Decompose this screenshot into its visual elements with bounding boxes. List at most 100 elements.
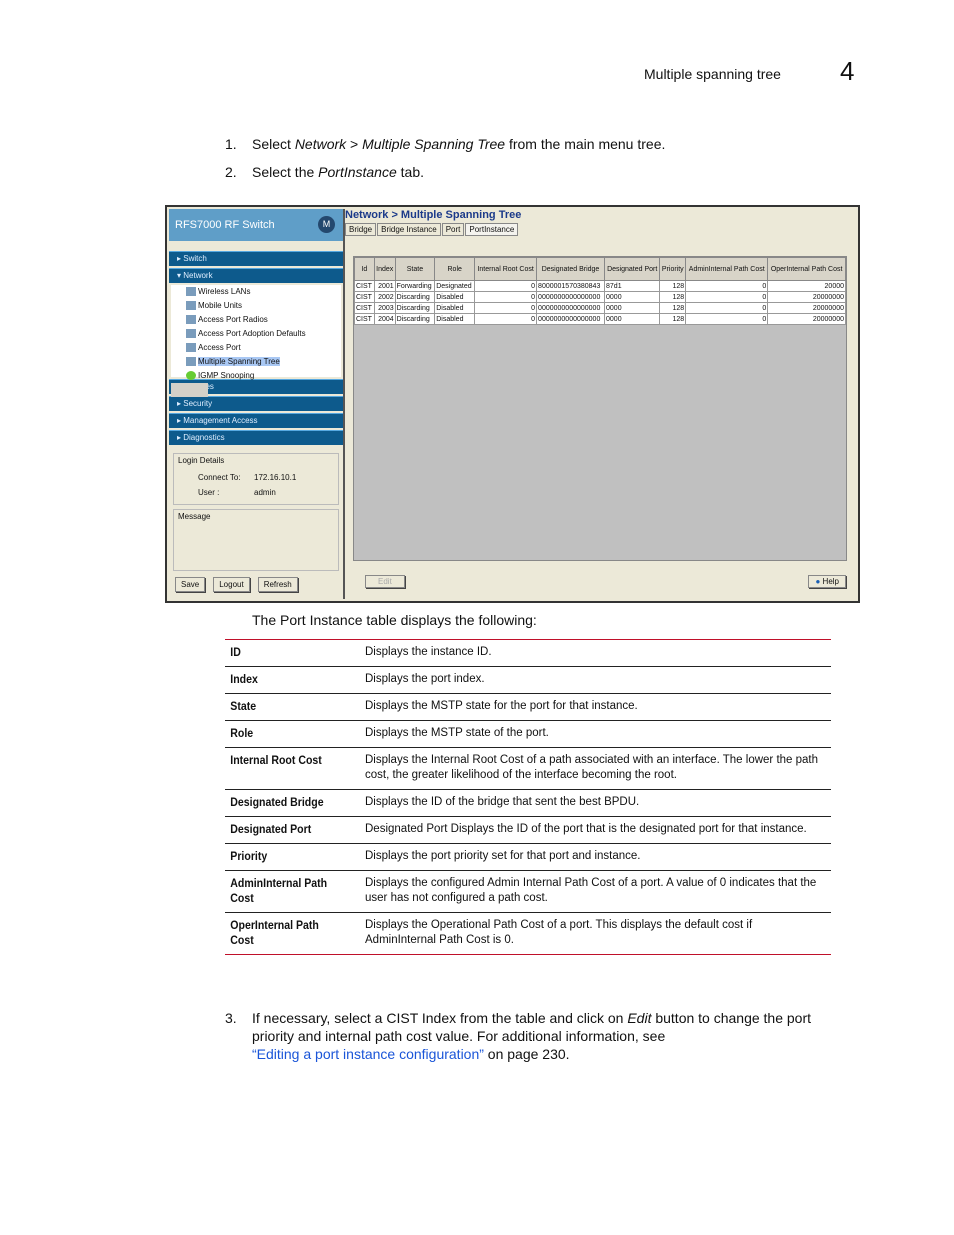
- port-instance-grid: Id Index State Role Internal Root Cost Design…: [353, 256, 847, 561]
- adoption-icon: [186, 329, 196, 338]
- table-row[interactable]: CIST 2001 Forwarding Designated 0 80000015703…: [354, 280, 846, 292]
- tab-bridge-instance[interactable]: Bridge Instance: [377, 223, 441, 236]
- table-cell: Discarding: [394, 313, 436, 325]
- help-button[interactable]: ● Help: [808, 575, 846, 588]
- column-header[interactable]: State: [394, 257, 436, 281]
- text: on page 230.: [483, 1046, 570, 1062]
- table-cell: 2003: [373, 302, 396, 314]
- tree-item[interactable]: Mobile Units: [171, 299, 341, 313]
- definition-row: Priority Displays the port priority set f…: [225, 843, 831, 871]
- table-cell: 20000000: [767, 313, 846, 325]
- value: 172.16.10.1: [254, 473, 297, 482]
- tree-scrollbar[interactable]: [171, 383, 208, 397]
- term: Index: [225, 666, 343, 694]
- logout-button[interactable]: Logout: [213, 577, 250, 592]
- table-row[interactable]: CIST 2003 Discarding Disabled 0 0000000000000…: [354, 302, 846, 314]
- sidebar: RFS7000 RF Switch M Switch Network Wirele…: [169, 209, 345, 599]
- legend: Message: [178, 512, 211, 521]
- term: State: [225, 693, 343, 721]
- nav-security[interactable]: Security: [169, 396, 343, 411]
- definition-row: OperInternal Path Cost Displays the Opera…: [225, 912, 831, 955]
- tree-item[interactable]: Wireless LANs: [171, 285, 341, 299]
- edit-button[interactable]: Edit: [365, 575, 405, 588]
- running-header: Multiple spanning tree: [644, 66, 781, 82]
- label: Access Port Radios: [198, 315, 268, 324]
- cross-reference-link[interactable]: “Editing a port instance configuration”: [252, 1046, 484, 1062]
- tab-portinstance[interactable]: PortInstance: [465, 223, 519, 236]
- tree-item[interactable]: Access Port Adoption Defaults: [171, 327, 341, 341]
- table-cell: 0000000000000000: [536, 313, 606, 325]
- term: OperInternal Path Cost: [225, 912, 343, 955]
- definition-row: Internal Root Cost Displays the Internal …: [225, 747, 831, 790]
- description: Displays the MSTP state for the port for…: [359, 693, 831, 721]
- brand-bar: RFS7000 RF Switch M: [169, 209, 343, 241]
- tree-item[interactable]: Access Port Radios: [171, 313, 341, 327]
- column-header[interactable]: Id: [354, 257, 375, 281]
- column-header[interactable]: Index: [373, 257, 396, 281]
- table-cell: 0: [474, 313, 538, 325]
- table-cell: 128: [659, 313, 687, 325]
- igmp-icon: [186, 371, 196, 380]
- column-header[interactable]: Priority: [659, 257, 687, 281]
- refresh-button[interactable]: Refresh: [257, 577, 298, 592]
- wireless-lans-icon: [186, 287, 196, 296]
- table-cell: 2001: [373, 280, 396, 292]
- network-tree-icon: [186, 357, 196, 366]
- table-cell: Discarding: [394, 291, 436, 303]
- column-header[interactable]: Designated Port: [604, 257, 661, 281]
- nav-diagnostics[interactable]: Diagnostics: [169, 430, 343, 445]
- table-cell: 0000: [604, 302, 661, 314]
- text: PortInstance: [318, 164, 397, 180]
- column-header[interactable]: Designated Bridge: [536, 257, 606, 281]
- table-cell: 0000000000000000: [536, 291, 606, 303]
- tab-bridge[interactable]: Bridge: [345, 223, 377, 236]
- table-cell: CIST: [354, 313, 375, 325]
- network-tree: Wireless LANs Mobile Units Access Port R…: [171, 285, 341, 397]
- login-details: Login Details Connect To: 172.16.10.1 Use…: [173, 453, 339, 505]
- user-row: User : admin: [174, 482, 338, 497]
- tab-bar: Bridge Bridge Instance Port PortInstance: [345, 223, 856, 236]
- port-instance-table: Id Index State Role Internal Root Cost Design…: [354, 257, 846, 325]
- tree-item[interactable]: IGMP Snooping: [171, 369, 341, 383]
- save-button[interactable]: Save: [175, 577, 206, 592]
- table-cell: 0000000000000000: [536, 302, 606, 314]
- definition-row: State Displays the MSTP state for the por…: [225, 693, 831, 721]
- description: Displays the ID of the bridge that sent …: [359, 789, 831, 817]
- label: Access Port Adoption Defaults: [198, 329, 306, 338]
- column-header[interactable]: OperInternal Path Cost: [767, 257, 846, 281]
- sidebar-buttons: Save Logout Refresh: [169, 575, 343, 594]
- label: IGMP Snooping: [198, 371, 255, 380]
- antenna-icon: [186, 315, 196, 324]
- label: Help: [822, 577, 839, 586]
- description: Displays the port index.: [359, 666, 831, 694]
- table-cell: 2002: [373, 291, 396, 303]
- mobile-units-icon: [186, 301, 196, 310]
- column-header[interactable]: Role: [434, 257, 476, 281]
- column-header[interactable]: Internal Root Cost: [474, 257, 538, 281]
- description: Designated Port Displays the ID of the p…: [359, 816, 831, 844]
- value: admin: [254, 488, 276, 497]
- nav-network[interactable]: Network: [169, 268, 343, 283]
- chapter-number: 4: [840, 56, 855, 86]
- term: Designated Port: [225, 816, 343, 844]
- table-cell: 0: [685, 280, 769, 292]
- nav-management-access[interactable]: Management Access: [169, 413, 343, 428]
- text: Edit: [627, 1010, 652, 1026]
- table-cell: 87d1: [604, 280, 661, 292]
- term: Priority: [225, 843, 343, 871]
- label: Connect To:: [198, 473, 241, 482]
- main-panel: Network > Multiple Spanning Tree Bridge B…: [345, 209, 856, 599]
- label: Wireless LANs: [198, 287, 251, 296]
- step-number: 2.: [225, 164, 237, 180]
- tree-item[interactable]: Access Port: [171, 341, 341, 355]
- definition-row: ID Displays the instance ID.: [225, 639, 831, 667]
- tree-item-selected[interactable]: Multiple Spanning Tree: [171, 355, 341, 369]
- table-cell: CIST: [354, 291, 375, 303]
- table-row[interactable]: CIST 2002 Discarding Disabled 0 0000000000000…: [354, 291, 846, 303]
- description: Displays the instance ID.: [359, 639, 831, 667]
- column-header[interactable]: AdminInternal Path Cost: [685, 257, 769, 281]
- table-cell: 0: [474, 280, 538, 292]
- nav-switch[interactable]: Switch: [169, 251, 343, 266]
- table-row[interactable]: CIST 2004 Discarding Disabled 0 0000000000000…: [354, 313, 846, 325]
- tab-port[interactable]: Port: [441, 223, 465, 236]
